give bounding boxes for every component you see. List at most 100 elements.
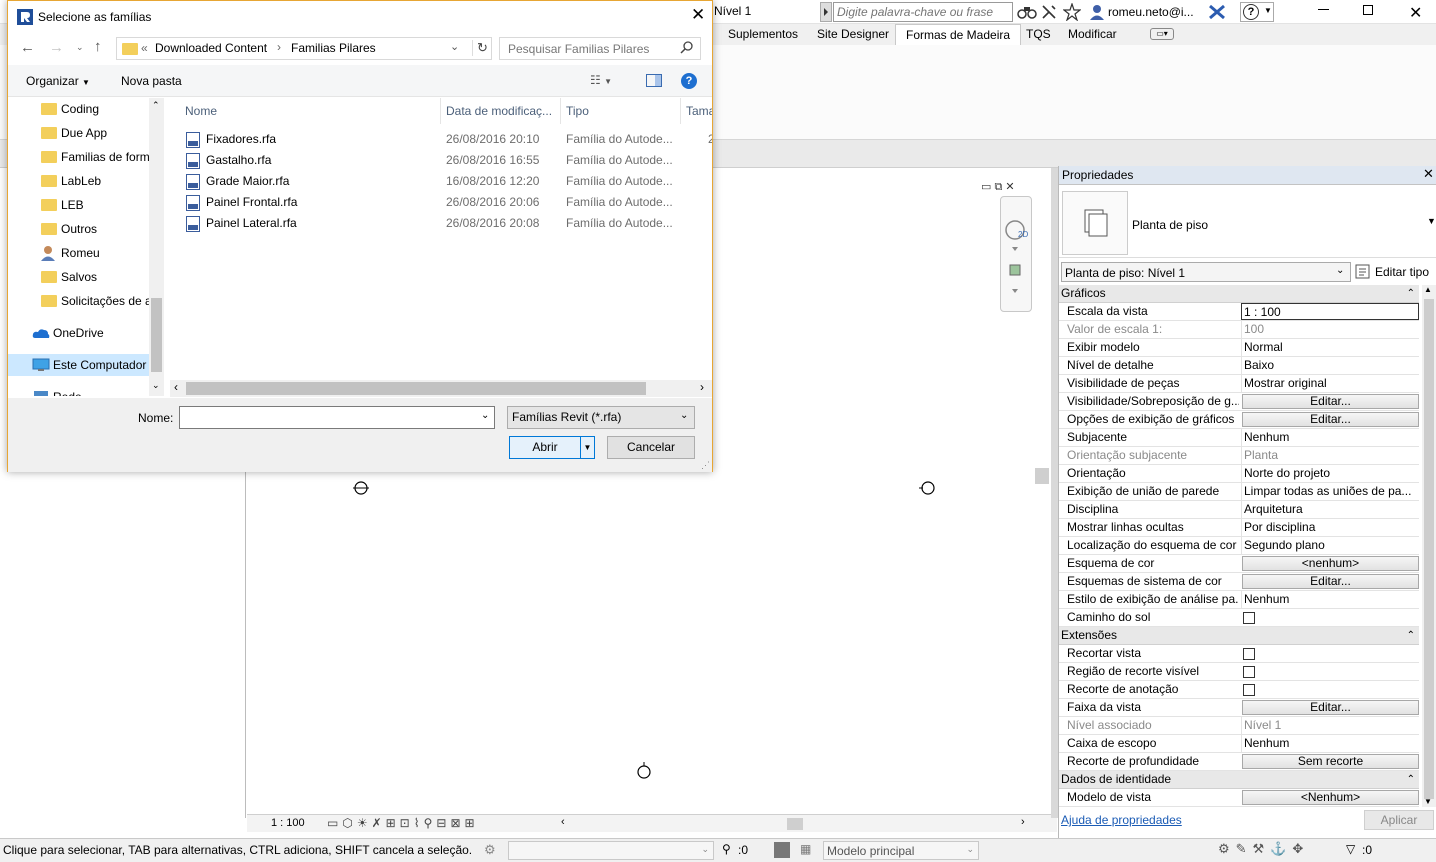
horizontal-scroll-thumb[interactable] <box>787 818 803 830</box>
scroll-left-icon[interactable]: ‹ <box>561 816 565 828</box>
column-size[interactable]: Tama <box>686 104 712 118</box>
scroll-down-icon[interactable]: ▼ <box>1424 797 1432 806</box>
scroll-up-icon[interactable]: ⌃ <box>152 100 160 111</box>
star-icon[interactable] <box>1063 3 1081 21</box>
close-properties-button[interactable]: ✕ <box>1423 166 1434 182</box>
selection-filter-icons[interactable]: ⚙✎⚒⚓✥ <box>1218 841 1309 857</box>
forward-arrow-icon[interactable]: → <box>49 39 64 56</box>
editable-only-icon[interactable]: ⚲ <box>722 842 731 856</box>
organize-menu[interactable]: Organizar ▼ <box>26 74 90 88</box>
column-date[interactable]: Data de modificaç... <box>446 104 552 118</box>
close-window-button[interactable]: ✕ <box>1409 3 1422 23</box>
tab-site-designer[interactable]: Site Designer <box>807 24 899 45</box>
tab-tqs[interactable]: TQS <box>1016 24 1061 45</box>
elevation-marker[interactable] <box>351 480 371 496</box>
back-arrow-icon[interactable]: ← <box>20 39 35 56</box>
file-row[interactable]: Gastalho.rfa 26/08/2016 16:55 Família do… <box>165 150 705 171</box>
column-type[interactable]: Tipo <box>566 104 589 118</box>
help-button[interactable]: ? ▼ <box>1240 2 1274 22</box>
view-template-button[interactable]: <Nenhum> <box>1242 790 1419 805</box>
properties-scrollbar[interactable]: ▲ ▼ <box>1422 285 1436 807</box>
file-row[interactable]: Fixadores.rfa 26/08/2016 20:10 Família d… <box>165 129 712 150</box>
ribbon-minimize-toggle[interactable]: ▭▾ <box>1150 28 1174 40</box>
property-value[interactable]: Segundo plano <box>1241 537 1419 554</box>
collapse-icon[interactable]: ⌃ <box>1407 285 1415 302</box>
group-dados-de-identidade[interactable]: Dados de identidade ⌃ <box>1059 771 1419 789</box>
property-value[interactable]: Norte do projeto <box>1241 465 1419 482</box>
search-input[interactable]: Pesquisar Familias Pilares <box>508 42 649 56</box>
chevron-down-icon[interactable]: ⌄ <box>481 410 489 421</box>
chevron-down-icon[interactable]: ▼ <box>580 437 594 458</box>
property-value[interactable]: Mostrar original <box>1241 375 1419 392</box>
scroll-down-icon[interactable]: ⌄ <box>152 380 160 391</box>
view-scrollbar-thumb[interactable] <box>1035 468 1049 484</box>
binoculars-icon[interactable] <box>1017 4 1037 20</box>
chevron-down-icon[interactable]: ⌄ <box>76 42 84 53</box>
collapse-icon[interactable]: ⌃ <box>1407 627 1415 644</box>
column-divider[interactable] <box>680 98 681 124</box>
elevation-marker[interactable] <box>917 480 937 496</box>
group-graficos[interactable]: Gráficos ⌃ <box>1059 285 1419 303</box>
new-folder-button[interactable]: Nova pasta <box>121 74 182 88</box>
file-name-input[interactable]: ⌄ <box>179 406 495 429</box>
scroll-right-icon[interactable]: › <box>1021 816 1025 828</box>
file-list-hscrollbar[interactable]: ‹ › <box>170 380 712 397</box>
scroll-left-icon[interactable]: ‹ <box>174 380 178 394</box>
chevron-down-icon[interactable]: ⌄ <box>450 40 459 53</box>
cancel-button[interactable]: Cancelar <box>607 436 695 459</box>
column-divider[interactable] <box>560 98 561 124</box>
search-icon[interactable] <box>680 40 694 56</box>
user-name[interactable]: romeu.neto@i... <box>1108 5 1194 19</box>
tab-modificar[interactable]: Modificar <box>1058 24 1127 45</box>
model-icon[interactable]: ▦ <box>800 842 811 856</box>
property-value[interactable]: Nenhum <box>1241 591 1419 608</box>
workset-icon[interactable]: ⚙ <box>484 842 496 858</box>
search-expand-button[interactable] <box>820 2 832 22</box>
help-icon[interactable]: ? <box>681 73 697 89</box>
property-value[interactable]: Limpar todas as uniões de pa... <box>1241 483 1419 500</box>
tab-formas-de-madeira[interactable]: Formas de Madeira <box>895 24 1022 45</box>
filter-icon[interactable]: ▽ <box>1346 842 1355 856</box>
workset-dropdown[interactable]: ⌄ <box>508 841 714 860</box>
annotation-crop-checkbox[interactable] <box>1243 684 1255 696</box>
infocenter-search-input[interactable] <box>833 2 1013 22</box>
address-bar[interactable]: « Downloaded Content › Familias Pilares … <box>116 37 492 60</box>
refresh-icon[interactable]: ↻ <box>472 40 488 56</box>
close-dialog-button[interactable]: ✕ <box>691 5 705 25</box>
column-name[interactable]: Nome <box>185 104 217 118</box>
crop-view-checkbox[interactable] <box>1243 648 1255 660</box>
file-row[interactable]: Painel Frontal.rfa 26/08/2016 20:06 Famí… <box>165 192 705 213</box>
property-value[interactable]: Arquitetura <box>1241 501 1419 518</box>
file-row[interactable]: Painel Lateral.rfa 26/08/2016 20:08 Famí… <box>165 213 705 234</box>
column-divider[interactable] <box>440 98 441 124</box>
scrollbar-thumb[interactable] <box>186 382 646 395</box>
minimize-button[interactable] <box>1318 9 1329 10</box>
edit-button[interactable]: Editar... <box>1242 394 1419 409</box>
search-box[interactable]: Pesquisar Familias Pilares <box>499 37 701 60</box>
properties-help-link[interactable]: Ajuda de propriedades <box>1061 813 1182 827</box>
tree-item-este-computador[interactable]: Este Computador <box>8 354 150 376</box>
view-scale-input[interactable]: 1 : 100 <box>1241 303 1419 320</box>
up-arrow-icon[interactable]: ↑ <box>94 38 102 55</box>
property-value[interactable]: Normal <box>1241 339 1419 356</box>
property-value[interactable]: Baixo <box>1241 357 1419 374</box>
tab-suplementos[interactable]: Suplementos <box>718 24 808 45</box>
collapse-icon[interactable]: ⌃ <box>1407 771 1415 788</box>
scroll-up-icon[interactable]: ▲ <box>1424 285 1432 294</box>
scrollbar-thumb[interactable] <box>151 298 162 372</box>
apply-button[interactable]: Aplicar <box>1364 810 1434 830</box>
open-button[interactable]: Abrir ▼ <box>509 436 595 459</box>
tree-scrollbar[interactable]: ⌃ ⌄ <box>149 98 164 396</box>
sun-path-checkbox[interactable] <box>1243 612 1255 624</box>
breadcrumb-downloaded-content[interactable]: Downloaded Content <box>155 41 267 55</box>
crop-region-visible-checkbox[interactable] <box>1243 666 1255 678</box>
navigation-bar[interactable]: 2D <box>1000 196 1032 312</box>
view-window-controls[interactable]: ▭ ⧉ ✕ <box>981 180 1015 194</box>
design-option-dropdown[interactable]: Modelo principal ⌄ <box>823 841 979 860</box>
scroll-right-icon[interactable]: › <box>700 380 704 394</box>
edit-button[interactable]: Editar... <box>1242 412 1419 427</box>
resize-grip-icon[interactable]: ⋰ <box>701 460 710 471</box>
type-selector[interactable]: Planta de piso ▼ <box>1059 186 1436 258</box>
satellite-icon[interactable] <box>1040 4 1058 20</box>
file-row[interactable]: Grade Maior.rfa 16/08/2016 12:20 Família… <box>165 171 705 192</box>
